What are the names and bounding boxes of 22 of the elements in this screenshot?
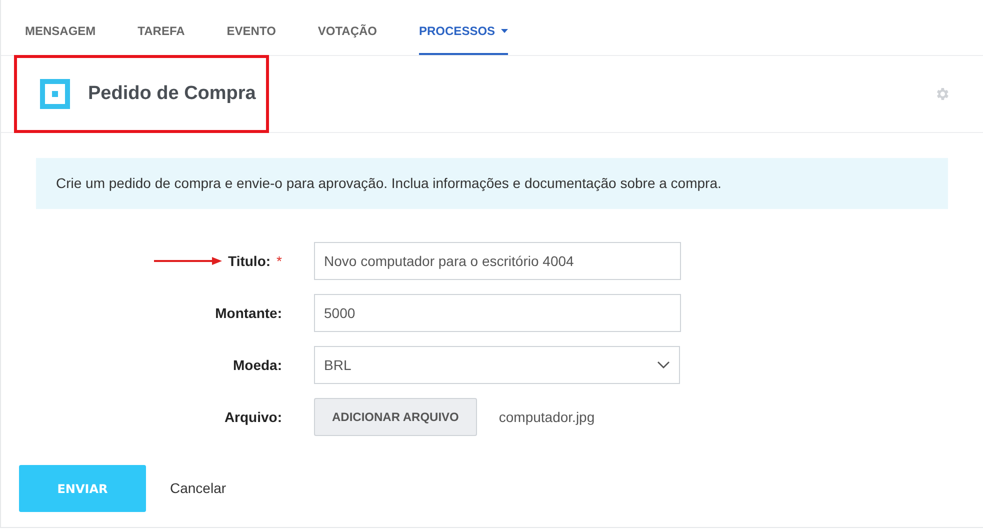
nav-tab[interactable]: EVENTO — [226, 0, 276, 55]
nav-tab[interactable]: VOTAÇÃO — [318, 0, 378, 55]
square-logo-icon — [40, 79, 70, 109]
field-label: Titulo: — [228, 252, 271, 270]
currency-select[interactable]: BRL — [314, 346, 680, 384]
settings-icon[interactable] — [934, 86, 950, 102]
nav-tab[interactable]: PROCESSOS — [419, 0, 508, 55]
info-banner: Crie um pedido de compra e envie-o para aprovação. Inclua informações e documentação sobre a compra. — [36, 158, 948, 209]
chevron-down-icon — [657, 361, 670, 369]
cancel-link[interactable]: Cancelar — [170, 478, 226, 499]
file-name: computador.jpg — [498, 408, 595, 427]
add-file-button[interactable]: ADICIONAR ARQUIVO — [314, 398, 477, 436]
caret-down-icon — [501, 29, 508, 33]
field-label: Arquivo: — [224, 408, 282, 427]
nav-tab[interactable]: TAREFA — [138, 0, 185, 55]
page-title: Pedido de Compra — [88, 82, 256, 106]
field-label: Montante: — [215, 304, 282, 322]
field-label: Moeda: — [233, 356, 282, 374]
required-asterisk: * — [276, 252, 282, 270]
text-field[interactable]: 5000 — [314, 294, 681, 332]
text-field[interactable]: Novo computador para o escritório 4004 — [314, 242, 681, 280]
nav-tab[interactable]: MENSAGEM — [25, 0, 96, 55]
